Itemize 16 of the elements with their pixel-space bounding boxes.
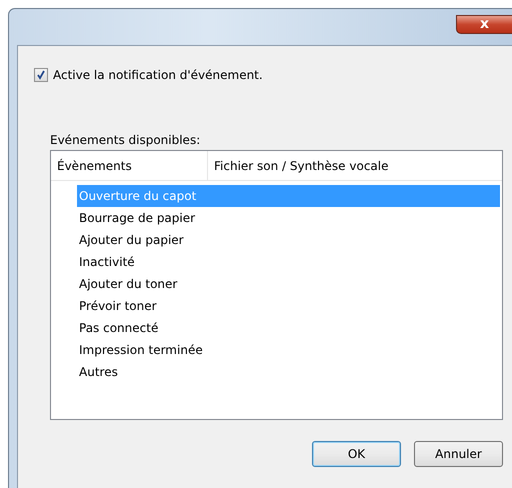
checkbox-label: Active la notification d'événement. [53, 68, 263, 82]
checkbox[interactable] [34, 68, 48, 82]
ok-button[interactable]: OK [312, 441, 401, 467]
list-item[interactable]: Ajouter du papier [77, 229, 500, 251]
list-item[interactable]: Impression terminée [77, 339, 500, 361]
list-label: Evénements disponibles: [50, 133, 202, 147]
list-item[interactable]: Bourrage de papier [77, 207, 500, 229]
column-header[interactable]: Fichier son / Synthèse vocale [208, 151, 502, 180]
list-item[interactable]: Inactivité [77, 251, 500, 273]
column-header[interactable]: Évènements [51, 151, 208, 180]
list-item[interactable]: Ajouter du toner [77, 273, 500, 295]
cancel-button[interactable]: Annuler [414, 441, 503, 467]
list-item[interactable]: Pas connecté [77, 317, 500, 339]
list-item[interactable]: Prévoir toner [77, 295, 500, 317]
close-button[interactable]: x [456, 15, 512, 34]
list-item[interactable]: Autres [77, 361, 500, 383]
